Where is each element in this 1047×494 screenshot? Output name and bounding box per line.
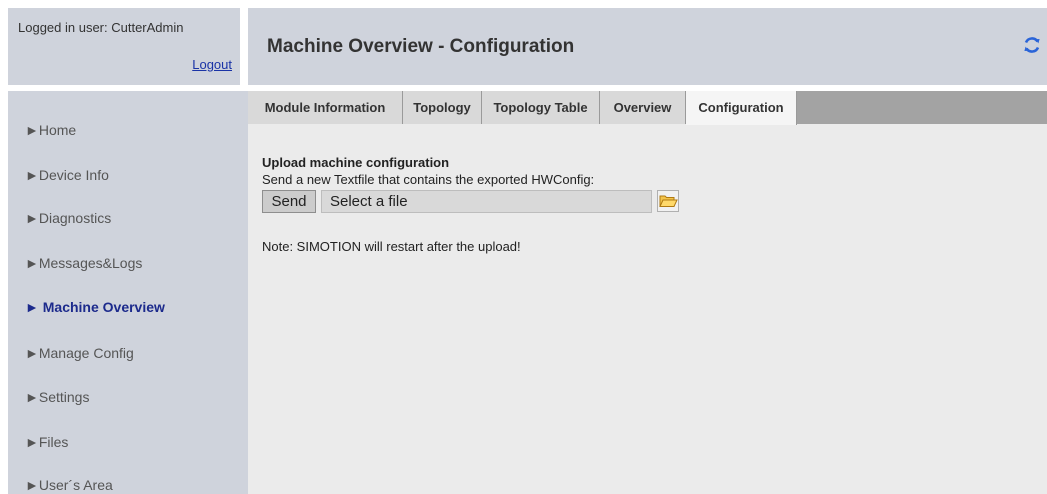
sidebar-item-users-area[interactable]: ►User´s Area xyxy=(25,477,113,493)
sidebar-item-manage-config[interactable]: ►Manage Config xyxy=(25,345,134,361)
refresh-icon[interactable] xyxy=(1021,34,1043,56)
sidebar-item-home[interactable]: ►Home xyxy=(25,122,76,138)
sidebar-item-settings[interactable]: ►Settings xyxy=(25,389,89,405)
sidebar-item-device-info[interactable]: ►Device Info xyxy=(25,167,109,183)
tab-bar: Module Information Topology Topology Tab… xyxy=(248,91,1047,125)
send-button[interactable]: Send xyxy=(262,190,316,213)
upload-section-title: Upload machine configuration xyxy=(262,155,450,170)
page-header: Machine Overview - Configuration xyxy=(248,8,1047,85)
main-content: Module Information Topology Topology Tab… xyxy=(248,91,1047,494)
tab-module-information[interactable]: Module Information xyxy=(248,91,403,124)
sidebar-item-machine-overview[interactable]: ► Machine Overview xyxy=(25,299,165,315)
upload-description: Send a new Textfile that contains the ex… xyxy=(262,172,595,187)
tab-configuration[interactable]: Configuration xyxy=(686,91,797,125)
tab-topology[interactable]: Topology xyxy=(403,91,482,124)
restart-note: Note: SIMOTION will restart after the up… xyxy=(262,239,521,254)
sidebar-nav: ►Home ►Device Info ►Diagnostics ►Message… xyxy=(8,91,248,494)
tab-topology-table[interactable]: Topology Table xyxy=(482,91,600,124)
page-title: Machine Overview - Configuration xyxy=(267,36,575,57)
tab-overview[interactable]: Overview xyxy=(600,91,686,124)
logout-link[interactable]: Logout xyxy=(192,57,232,72)
login-panel: Logged in user: CutterAdmin Logout xyxy=(8,8,240,85)
sidebar-item-diagnostics[interactable]: ►Diagnostics xyxy=(25,210,111,226)
file-select-input[interactable]: Select a file xyxy=(321,190,652,213)
app-root: Logged in user: CutterAdmin Logout Machi… xyxy=(8,8,1047,494)
sidebar-item-files[interactable]: ►Files xyxy=(25,434,68,450)
sidebar-item-messages-logs[interactable]: ►Messages&Logs xyxy=(25,255,142,271)
logged-in-user-label: Logged in user: CutterAdmin xyxy=(18,20,184,35)
folder-open-icon[interactable] xyxy=(657,190,679,212)
